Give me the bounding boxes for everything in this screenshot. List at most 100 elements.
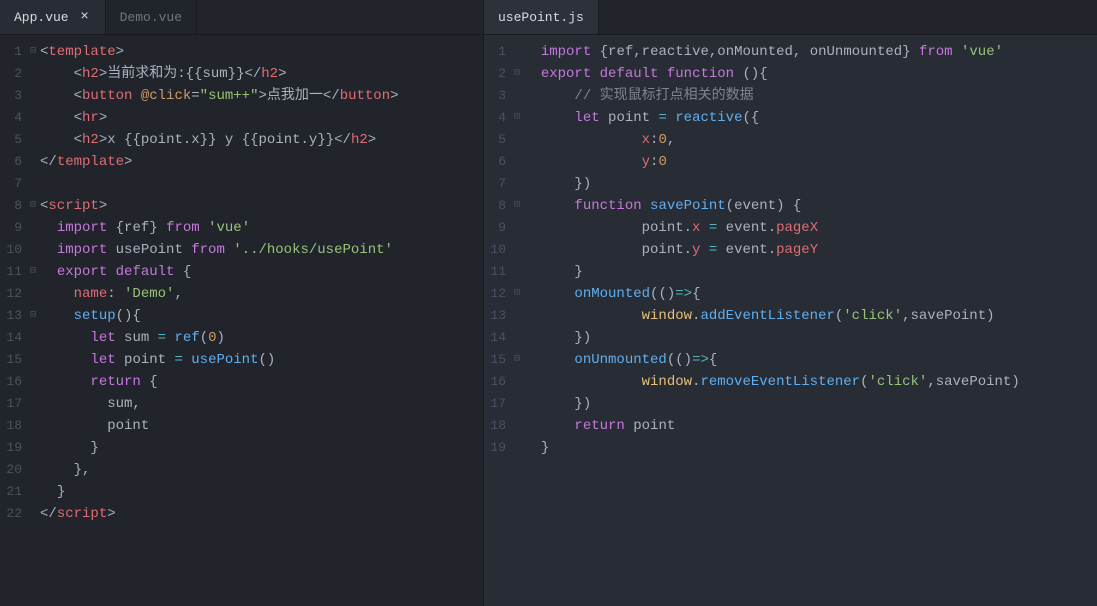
code-line[interactable]: <h2>x {{point.x}} y {{point.y}}</h2> [40, 129, 483, 151]
line-number: 12 [484, 283, 506, 305]
line-number: 4 [0, 107, 22, 129]
fold-marker [26, 481, 40, 503]
code-line[interactable]: y:0 [524, 151, 1097, 173]
code-line[interactable]: } [524, 437, 1097, 459]
editor-pane-left: App.vue×Demo.vue 12345678910111213141516… [0, 0, 484, 606]
code-line[interactable]: import {ref} from 'vue' [40, 217, 483, 239]
line-number: 4 [484, 107, 506, 129]
fold-marker [510, 305, 524, 327]
code-line[interactable]: // 实现鼠标打点相关的数据 [524, 85, 1097, 107]
fold-marker [510, 217, 524, 239]
fold-marker [510, 437, 524, 459]
tab-bar-right: usePoint.js [484, 0, 1097, 35]
line-number: 16 [484, 371, 506, 393]
code-line[interactable]: x:0, [524, 129, 1097, 151]
fold-marker[interactable]: ⊟ [26, 305, 40, 327]
fold-marker[interactable]: ⊟ [26, 41, 40, 63]
code-line[interactable]: } [40, 437, 483, 459]
code-line[interactable]: sum, [40, 393, 483, 415]
code-line[interactable]: function savePoint(event) { [524, 195, 1097, 217]
code-line[interactable]: onUnmounted(()=>{ [524, 349, 1097, 371]
fold-marker [510, 327, 524, 349]
fold-marker[interactable]: ⊟ [510, 195, 524, 217]
line-gutter: 12345678910111213141516171819202122 [0, 41, 26, 606]
code-line[interactable]: point.x = event.pageX [524, 217, 1097, 239]
line-number: 13 [0, 305, 22, 327]
code-area[interactable]: import {ref,reactive,onMounted, onUnmoun… [524, 41, 1097, 606]
code-line[interactable]: name: 'Demo', [40, 283, 483, 305]
line-number: 20 [0, 459, 22, 481]
tab-bar-left: App.vue× Demo.vue [0, 0, 483, 35]
fold-marker[interactable]: ⊟ [510, 283, 524, 305]
editor-pane-right: usePoint.js 1234567891011121314151617181… [484, 0, 1097, 606]
code-line[interactable]: point.y = event.pageY [524, 239, 1097, 261]
code-area[interactable]: <template> <h2>当前求和为:{{sum}}</h2> <butto… [40, 41, 483, 606]
line-number: 15 [484, 349, 506, 371]
line-number: 2 [0, 63, 22, 85]
fold-marker[interactable]: ⊟ [26, 261, 40, 283]
code-line[interactable]: point [40, 415, 483, 437]
line-number: 14 [484, 327, 506, 349]
tab-demo-vue[interactable]: Demo.vue [106, 0, 197, 34]
code-line[interactable]: let point = reactive({ [524, 107, 1097, 129]
code-line[interactable]: import {ref,reactive,onMounted, onUnmoun… [524, 41, 1097, 63]
code-line[interactable]: }) [524, 173, 1097, 195]
code-line[interactable]: setup(){ [40, 305, 483, 327]
code-line[interactable]: <h2>当前求和为:{{sum}}</h2> [40, 63, 483, 85]
line-number: 9 [0, 217, 22, 239]
tab-app-vue[interactable]: App.vue× [0, 0, 106, 34]
code-line[interactable]: }, [40, 459, 483, 481]
code-line[interactable]: <hr> [40, 107, 483, 129]
fold-marker [26, 459, 40, 481]
fold-marker [510, 371, 524, 393]
code-line[interactable]: }) [524, 393, 1097, 415]
code-line[interactable]: } [524, 261, 1097, 283]
fold-marker [26, 283, 40, 305]
fold-marker [510, 173, 524, 195]
fold-marker[interactable]: ⊟ [510, 107, 524, 129]
code-line[interactable]: export default { [40, 261, 483, 283]
code-line[interactable]: return point [524, 415, 1097, 437]
code-line[interactable]: </script> [40, 503, 483, 525]
code-line[interactable]: <template> [40, 41, 483, 63]
close-icon[interactable]: × [79, 9, 91, 25]
code-line[interactable]: }) [524, 327, 1097, 349]
code-line[interactable]: onMounted(()=>{ [524, 283, 1097, 305]
line-number: 1 [0, 41, 22, 63]
fold-marker [26, 437, 40, 459]
code-line[interactable] [40, 173, 483, 195]
code-line[interactable]: <button @click="sum++">点我加一</button> [40, 85, 483, 107]
code-line[interactable]: let sum = ref(0) [40, 327, 483, 349]
line-number: 10 [0, 239, 22, 261]
fold-marker[interactable]: ⊟ [26, 195, 40, 217]
line-number: 11 [0, 261, 22, 283]
code-line[interactable]: let point = usePoint() [40, 349, 483, 371]
line-number: 19 [0, 437, 22, 459]
fold-marker[interactable]: ⊟ [510, 63, 524, 85]
tab-usepoint-js[interactable]: usePoint.js [484, 0, 599, 34]
tab-label: Demo.vue [120, 10, 182, 25]
line-number: 17 [0, 393, 22, 415]
code-editor-left[interactable]: 12345678910111213141516171819202122 ⊟⊟⊟⊟… [0, 35, 483, 606]
fold-marker[interactable]: ⊟ [510, 349, 524, 371]
line-number: 3 [484, 85, 506, 107]
line-number: 6 [484, 151, 506, 173]
code-line[interactable]: export default function (){ [524, 63, 1097, 85]
code-line[interactable]: import usePoint from '../hooks/usePoint' [40, 239, 483, 261]
code-editor-right[interactable]: 12345678910111213141516171819 ⊟⊟⊟⊟⊟ impo… [484, 35, 1097, 606]
line-number: 1 [484, 41, 506, 63]
fold-marker [26, 393, 40, 415]
line-number: 16 [0, 371, 22, 393]
code-line[interactable]: return { [40, 371, 483, 393]
code-line[interactable]: </template> [40, 151, 483, 173]
code-line[interactable]: window.removeEventListener('click',saveP… [524, 371, 1097, 393]
fold-marker [26, 217, 40, 239]
code-line[interactable]: window.addEventListener('click',savePoin… [524, 305, 1097, 327]
line-number: 18 [484, 415, 506, 437]
fold-marker [510, 261, 524, 283]
line-gutter: 12345678910111213141516171819 [484, 41, 510, 606]
fold-gutter[interactable]: ⊟ ⊟ ⊟ ⊟ ⊟ [510, 41, 524, 606]
code-line[interactable]: <script> [40, 195, 483, 217]
code-line[interactable]: } [40, 481, 483, 503]
fold-gutter[interactable]: ⊟ ⊟ ⊟ ⊟ [26, 41, 40, 606]
